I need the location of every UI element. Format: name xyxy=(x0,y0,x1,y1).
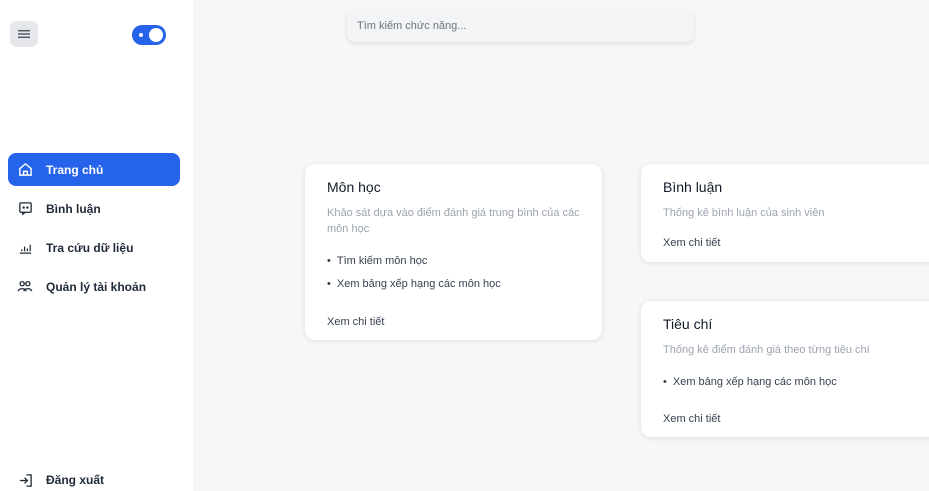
view-details-link[interactable]: Xem chi tiết xyxy=(663,413,720,425)
sidebar-item-quan-ly[interactable]: Quản lý tài khoản xyxy=(8,270,180,303)
toggle-knob xyxy=(149,28,163,42)
card-description: Khảo sát dựa vào điểm đánh giá trung bìn… xyxy=(327,207,580,235)
logout-label: Đăng xuất xyxy=(46,473,105,487)
card-binh-luan: Bình luận Thống kê bình luận của sinh vi… xyxy=(641,164,929,262)
view-details-link[interactable]: Xem chi tiết xyxy=(663,237,720,249)
sidebar-item-label: Tra cứu dữ liệu xyxy=(46,240,134,255)
card-description: Thống kê điểm đánh giá theo từng tiêu ch… xyxy=(663,344,870,356)
card-bullet-list: Tìm kiếm môn học Xem bảng xếp hạng các m… xyxy=(327,249,580,295)
users-icon xyxy=(17,279,33,295)
sidebar-item-label: Quản lý tài khoản xyxy=(46,279,147,294)
list-item[interactable]: Xem bảng xếp hạng các môn học xyxy=(663,370,919,393)
view-details-link[interactable]: Xem chi tiết xyxy=(327,316,384,328)
sidebar: Trang chủ Bình luận Tra cứu dữ liệu Quản… xyxy=(0,0,193,491)
card-bullet-list: Xem bảng xếp hạng các môn học xyxy=(663,370,919,393)
card-tieu-chi: Tiêu chí Thống kê điểm đánh giá theo từn… xyxy=(641,301,929,437)
sidebar-nav: Trang chủ Bình luận Tra cứu dữ liệu Quản… xyxy=(8,153,180,309)
search-input[interactable] xyxy=(347,9,694,42)
sidebar-item-label: Bình luận xyxy=(46,201,101,216)
card-title: Bình luận xyxy=(663,179,723,195)
theme-toggle[interactable] xyxy=(132,25,166,45)
comment-icon xyxy=(17,201,33,217)
card-title: Môn học xyxy=(327,179,381,195)
sidebar-item-tra-cuu[interactable]: Tra cứu dữ liệu xyxy=(8,231,180,264)
home-icon xyxy=(17,162,33,178)
toggle-dot xyxy=(139,33,143,37)
list-item[interactable]: Xem bảng xếp hạng các môn học xyxy=(327,272,580,295)
sidebar-item-trang-chu[interactable]: Trang chủ xyxy=(8,153,180,186)
chart-icon xyxy=(17,240,33,256)
card-mon-hoc: Môn học Khảo sát dựa vào điểm đánh giá t… xyxy=(305,164,602,340)
hamburger-icon xyxy=(18,30,30,38)
logout-icon xyxy=(17,472,33,488)
sidebar-item-binh-luan[interactable]: Bình luận xyxy=(8,192,180,225)
logout-button[interactable]: Đăng xuất xyxy=(17,472,104,488)
card-title: Tiêu chí xyxy=(663,316,713,332)
menu-button[interactable] xyxy=(10,21,38,47)
list-item[interactable]: Tìm kiếm môn học xyxy=(327,249,580,272)
sidebar-item-label: Trang chủ xyxy=(46,162,104,177)
card-description: Thống kê bình luận của sinh viên xyxy=(663,207,825,219)
